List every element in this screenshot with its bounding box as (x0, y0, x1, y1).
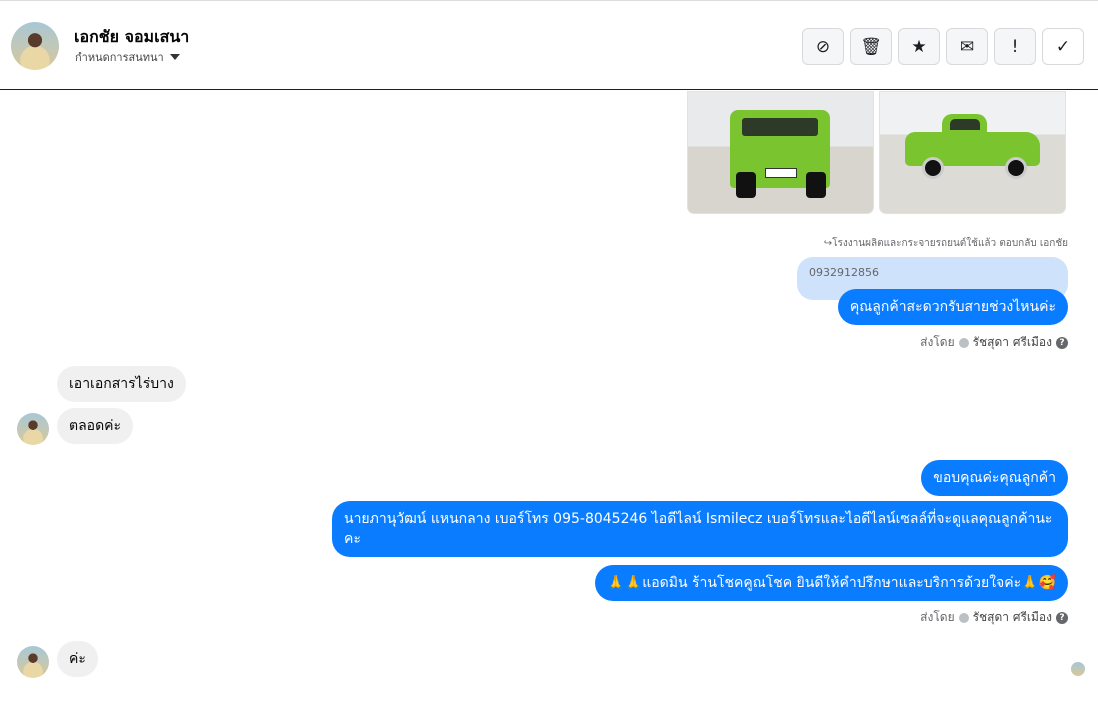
star-icon[interactable]: ★ (898, 28, 940, 65)
seen-receipt-avatar (1071, 662, 1085, 676)
incoming-message[interactable]: เอาเอกสารไร่บาง (57, 366, 186, 402)
sent-by-line: ส่งโดย รัชสุดา ศรีเมือง ? (920, 608, 1068, 627)
outgoing-message[interactable]: 🙏🙏แอดมิน ร้านโชคคูณโชค ยินดีให้คำปรึกษาแ… (595, 565, 1068, 601)
agent-verified-icon (958, 337, 969, 348)
front-wheel (922, 157, 944, 179)
incoming-message[interactable]: ค่ะ (57, 641, 98, 677)
car-photo-rear[interactable] (687, 91, 874, 214)
checkmark-icon[interactable]: ✓ (1042, 28, 1084, 65)
reply-indicator: ↪โรงงานผลิตและกระจายรถยนต์ใช้แล้ว ตอบกลั… (823, 238, 1068, 249)
help-icon[interactable]: ? (1056, 611, 1068, 624)
conversation-schedule-dropdown[interactable]: กำหนดการสนทนา (75, 48, 180, 66)
agent-name[interactable]: รัชสุดา ศรีเมือง (973, 333, 1052, 352)
shared-photos (687, 91, 1066, 214)
action-toolbar: ⊘ 🗑 ★ ✉ ! ✓ (802, 28, 1084, 65)
incoming-message[interactable]: ตลอดค่ะ (57, 408, 134, 444)
outgoing-message[interactable]: คุณลูกค้าสะดวกรับสายช่วงไหนค่ะ (837, 289, 1068, 325)
contact-name[interactable]: เอกชัย จอมเสนา (74, 25, 189, 50)
help-icon[interactable]: ? (1056, 336, 1068, 349)
contact-avatar-small[interactable] (17, 646, 49, 678)
rear-wheel (1005, 157, 1027, 179)
sent-by-label: ส่งโดย (920, 610, 955, 624)
contact-avatar[interactable] (11, 22, 59, 70)
rear-wheel-right (806, 172, 826, 198)
agent-verified-icon (958, 612, 969, 623)
car-photo-side[interactable] (879, 91, 1066, 214)
conversation-header: เอกชัย จอมเสนา กำหนดการสนทนา ⊘ 🗑 ★ ✉ ! ✓ (0, 0, 1098, 90)
rear-wheel-left (736, 172, 756, 198)
sent-by-label: ส่งโดย (920, 335, 955, 349)
outgoing-message[interactable]: นายภานุวัฒน์ แหนกลาง เบอร์โทร 095-804524… (332, 501, 1068, 557)
trash-icon[interactable]: 🗑 (850, 28, 892, 65)
outgoing-message[interactable]: ขอบคุณค่ะคุณลูกค้า (921, 460, 1068, 496)
caret-down-icon (169, 54, 180, 60)
sent-by-line: ส่งโดย รัชสุดา ศรีเมือง ? (920, 333, 1068, 352)
envelope-icon[interactable]: ✉ (946, 28, 988, 65)
contact-avatar-small[interactable] (17, 413, 49, 445)
spam-alert-icon[interactable]: ⊘ (802, 28, 844, 65)
exclamation-icon[interactable]: ! (994, 28, 1036, 65)
agent-name[interactable]: รัชสุดา ศรีเมือง (973, 608, 1052, 627)
schedule-label: กำหนดการสนทนา (75, 51, 164, 64)
